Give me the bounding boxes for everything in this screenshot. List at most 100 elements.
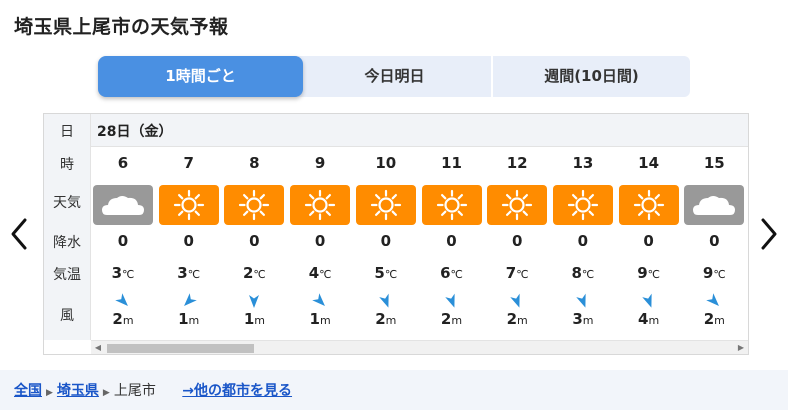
wind-unit: m	[517, 314, 528, 327]
hour-column: 12 0 7℃ 2m	[485, 146, 549, 340]
date-label: 28日（金）	[97, 124, 173, 140]
wind-cell: 2m	[682, 310, 746, 328]
wind-direction-icon	[574, 292, 592, 310]
temp-value: 2	[242, 264, 254, 282]
label-precip: 降水	[53, 235, 81, 251]
hour-value: 6	[117, 154, 129, 172]
breadcrumb-separator-icon: ▶	[102, 388, 110, 398]
wind-cell: 2m	[354, 310, 418, 328]
hour-value: 15	[703, 154, 725, 172]
scroll-left-icon[interactable]: ◀	[93, 343, 103, 353]
wind-unit: m	[122, 314, 134, 327]
wind-cell: 1m	[157, 310, 221, 328]
temp-cell: 9℃	[682, 264, 746, 282]
wind-value: 3	[572, 310, 583, 328]
other-cities-link[interactable]: →他の都市を見る	[182, 383, 292, 399]
precip-value: 0	[577, 232, 589, 250]
breadcrumb-japan[interactable]: 全国	[14, 383, 42, 399]
temp-cell: 6℃	[420, 264, 484, 282]
hour-value: 7	[183, 154, 194, 172]
hour-column: 11 0 6℃ 2m	[420, 146, 484, 340]
wind-direction-icon	[443, 292, 461, 310]
next-arrow-icon[interactable]	[758, 214, 780, 254]
wind-value: 1	[178, 310, 189, 328]
temp-value: 9	[637, 264, 648, 282]
tab-today-tomorrow[interactable]: 今日明日	[298, 56, 492, 97]
cloudy-icon	[93, 185, 153, 225]
sunny-icon	[158, 185, 219, 225]
sunny-icon	[552, 185, 613, 225]
wind-cell: 1m	[288, 310, 352, 328]
wind-unit: m	[582, 314, 594, 327]
wind-cell: 2m	[91, 310, 155, 328]
breadcrumb-separator-icon: ▶	[46, 388, 53, 398]
hour-value: 13	[572, 154, 594, 172]
sunny-icon	[290, 185, 351, 225]
sunny-icon	[487, 185, 548, 225]
temp-unit: ℃	[122, 268, 135, 281]
breadcrumb-current: 上尾市	[113, 383, 156, 399]
wind-value: 1	[243, 310, 255, 328]
temp-value: 3	[111, 264, 123, 282]
wind-direction-icon	[114, 292, 132, 310]
hour-value: 9	[314, 154, 326, 172]
temp-unit: ℃	[384, 268, 398, 281]
label-weather: 天気	[53, 195, 81, 211]
temp-cell: 9℃	[617, 264, 681, 282]
wind-value: 2	[375, 310, 386, 328]
row-label-column: 日 時 天気 降水 気温 風	[44, 114, 91, 340]
wind-cell: 1m	[222, 310, 286, 328]
precip-value: 0	[314, 232, 326, 250]
wind-cell: 3m	[551, 310, 615, 328]
wind-direction-icon	[377, 292, 395, 310]
label-date: 日	[60, 124, 74, 140]
scrollbar-thumb[interactable]	[107, 344, 254, 353]
hour-value: 12	[506, 154, 528, 172]
temp-unit: ℃	[253, 268, 266, 281]
wind-direction-icon	[640, 292, 658, 310]
temp-cell: 5℃	[354, 264, 418, 282]
sunny-icon	[618, 185, 679, 225]
temp-cell: 2℃	[222, 264, 286, 282]
temp-value: 7	[505, 264, 517, 282]
temp-unit: ℃	[581, 268, 595, 281]
hour-column: 8 0 2℃ 1m	[222, 146, 286, 340]
tab-hourly[interactable]: 1時間ごと	[98, 56, 303, 97]
precip-value: 0	[709, 232, 720, 250]
hour-column: 13 0 8℃ 3m	[551, 146, 615, 340]
precip-value: 0	[183, 232, 194, 250]
hour-column: 10 0 5℃ 2m	[354, 146, 418, 340]
horizontal-scrollbar[interactable]: ◀ ▶	[91, 340, 748, 354]
temp-value: 8	[571, 264, 582, 282]
scroll-right-icon[interactable]: ▶	[736, 343, 746, 353]
temp-cell: 3℃	[91, 264, 155, 282]
tab-bar: 今日明日 週間(10日間) 1時間ごと	[98, 56, 690, 97]
temp-value: 5	[374, 264, 385, 282]
temp-cell: 7℃	[485, 264, 549, 282]
breadcrumb: 全国 ▶ 埼玉県 ▶ 上尾市 →他の都市を見る	[14, 380, 292, 400]
precip-value: 0	[117, 232, 129, 250]
sunny-icon	[421, 185, 482, 225]
wind-cell: 2m	[420, 310, 484, 328]
hour-column: 6 0 3℃ 2m	[91, 146, 155, 340]
wind-direction-icon	[311, 292, 329, 310]
wind-direction-icon	[180, 292, 198, 310]
temp-value: 9	[702, 264, 714, 282]
temp-unit: ℃	[319, 268, 332, 281]
precip-value: 0	[511, 232, 523, 250]
sunny-icon	[355, 185, 416, 225]
temp-unit: ℃	[187, 268, 201, 281]
prev-arrow-icon[interactable]	[8, 214, 30, 254]
page-title: 埼玉県上尾市の天気予報	[14, 16, 229, 38]
temp-cell: 4℃	[288, 264, 352, 282]
label-wind: 風	[60, 308, 74, 324]
label-hour: 時	[60, 157, 74, 173]
hour-column: 15 0 9℃ 2m	[682, 146, 746, 340]
hour-column: 7 0 3℃ 1m	[157, 146, 221, 340]
temp-value: 6	[440, 264, 451, 282]
hour-column: 9 0 4℃ 1m	[288, 146, 352, 340]
breadcrumb-saitama[interactable]: 埼玉県	[57, 383, 99, 399]
tab-weekly[interactable]: 週間(10日間)	[493, 56, 690, 97]
wind-direction-icon	[508, 292, 526, 310]
temp-unit: ℃	[713, 268, 726, 281]
